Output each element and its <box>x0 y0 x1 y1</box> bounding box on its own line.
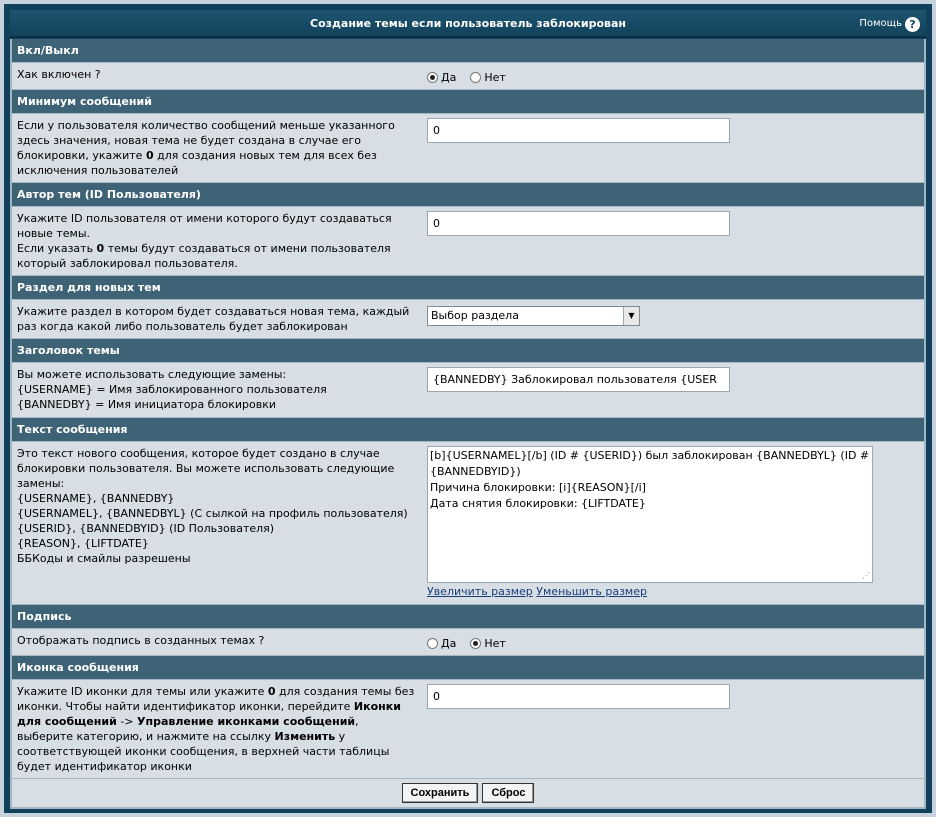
reset-button[interactable]: Сброс <box>482 783 535 803</box>
section-header-min-posts: Минимум сообщений <box>12 90 924 113</box>
section-header-signature: Подпись <box>12 605 924 628</box>
subject-label: Вы можете использовать следующие замены:… <box>17 368 327 411</box>
section-header-author: Автор тем (ID Пользователя) <box>12 183 924 206</box>
signature-no-label: Нет <box>484 637 506 650</box>
enable-label: Хак включен ? <box>17 68 101 81</box>
enable-radio-group: Да Нет <box>427 67 918 84</box>
forum-select-value: Выбор раздела <box>431 309 519 322</box>
help-icon[interactable]: ? <box>905 16 920 32</box>
row-icon: Укажите ID иконки для темы или укажите 0… <box>12 680 924 778</box>
chevron-down-icon[interactable]: ▼ <box>623 307 639 325</box>
row-signature: Отображать подпись в созданных темах ? Д… <box>12 629 924 655</box>
author-label: Укажите ID пользователя от имени которог… <box>17 212 392 270</box>
radio-selected-icon[interactable] <box>427 72 438 83</box>
radio-unselected-icon[interactable] <box>427 638 438 649</box>
settings-panel: Создание темы если пользователь заблокир… <box>4 4 932 813</box>
section-header-icon: Иконка сообщения <box>12 656 924 679</box>
forum-select[interactable]: Выбор раздела ▼ <box>427 306 640 326</box>
icon-id-input[interactable]: 0 <box>427 684 730 709</box>
signature-no-radio[interactable]: Нет <box>470 637 506 650</box>
message-label: Это текст нового сообщения, которое буде… <box>17 447 408 565</box>
enable-yes-label: Да <box>441 71 457 84</box>
save-button[interactable]: Сохранить <box>401 783 479 803</box>
row-message: Это текст нового сообщения, которое буде… <box>12 442 924 604</box>
radio-unselected-icon[interactable] <box>470 72 482 83</box>
enable-no-radio[interactable]: Нет <box>470 71 506 84</box>
min-posts-input[interactable]: 0 <box>427 118 730 143</box>
signature-yes-label: Да <box>441 637 457 650</box>
section-header-message: Текст сообщения <box>12 418 924 441</box>
form-content: Вкл/Выкл Хак включен ? Да Нет Минимум со… <box>10 39 926 809</box>
enable-no-label: Нет <box>484 71 506 84</box>
message-textarea[interactable]: [b]{USERNAMEL}[/b] (ID # {USERID}) был з… <box>427 446 873 583</box>
section-header-enable: Вкл/Выкл <box>12 39 924 62</box>
help-label: Помощь <box>859 18 902 29</box>
page-title: Создание темы если пользователь заблокир… <box>310 17 626 30</box>
row-author: Укажите ID пользователя от имени которог… <box>12 207 924 275</box>
signature-label: Отображать подпись в созданных темах ? <box>17 634 265 647</box>
help-link[interactable]: Помощь ? <box>859 10 920 38</box>
author-id-input[interactable]: 0 <box>427 211 730 236</box>
shrink-link[interactable]: Уменьшить размер <box>536 585 647 598</box>
icon-label: Укажите ID иконки для темы или укажите 0… <box>17 685 415 773</box>
resize-grip-icon[interactable]: ⋰ <box>862 572 870 580</box>
enable-yes-radio[interactable]: Да <box>427 71 456 84</box>
section-header-subject: Заголовок темы <box>12 339 924 362</box>
form-footer: Сохранить Сброс <box>12 779 924 807</box>
signature-radio-group: Да Нет <box>427 633 918 650</box>
signature-yes-radio[interactable]: Да <box>427 637 456 650</box>
row-enable: Хак включен ? Да Нет <box>12 63 924 89</box>
section-header-forum: Раздел для новых тем <box>12 276 924 299</box>
forum-label: Укажите раздел в котором будет создавать… <box>17 305 410 333</box>
row-forum: Укажите раздел в котором будет создавать… <box>12 300 924 338</box>
row-subject: Вы можете использовать следующие замены:… <box>12 363 924 417</box>
radio-selected-icon[interactable] <box>470 638 482 649</box>
panel-titlebar: Создание темы если пользователь заблокир… <box>10 10 926 38</box>
min-posts-label: Если у пользователя количество сообщений… <box>17 119 395 177</box>
row-min-posts: Если у пользователя количество сообщений… <box>12 114 924 182</box>
textarea-resize-links: Увеличить размер Уменьшить размер <box>427 583 918 598</box>
subject-input[interactable]: {BANNEDBY} Заблокировал пользователя {US… <box>427 367 730 392</box>
enlarge-link[interactable]: Увеличить размер <box>427 585 533 598</box>
